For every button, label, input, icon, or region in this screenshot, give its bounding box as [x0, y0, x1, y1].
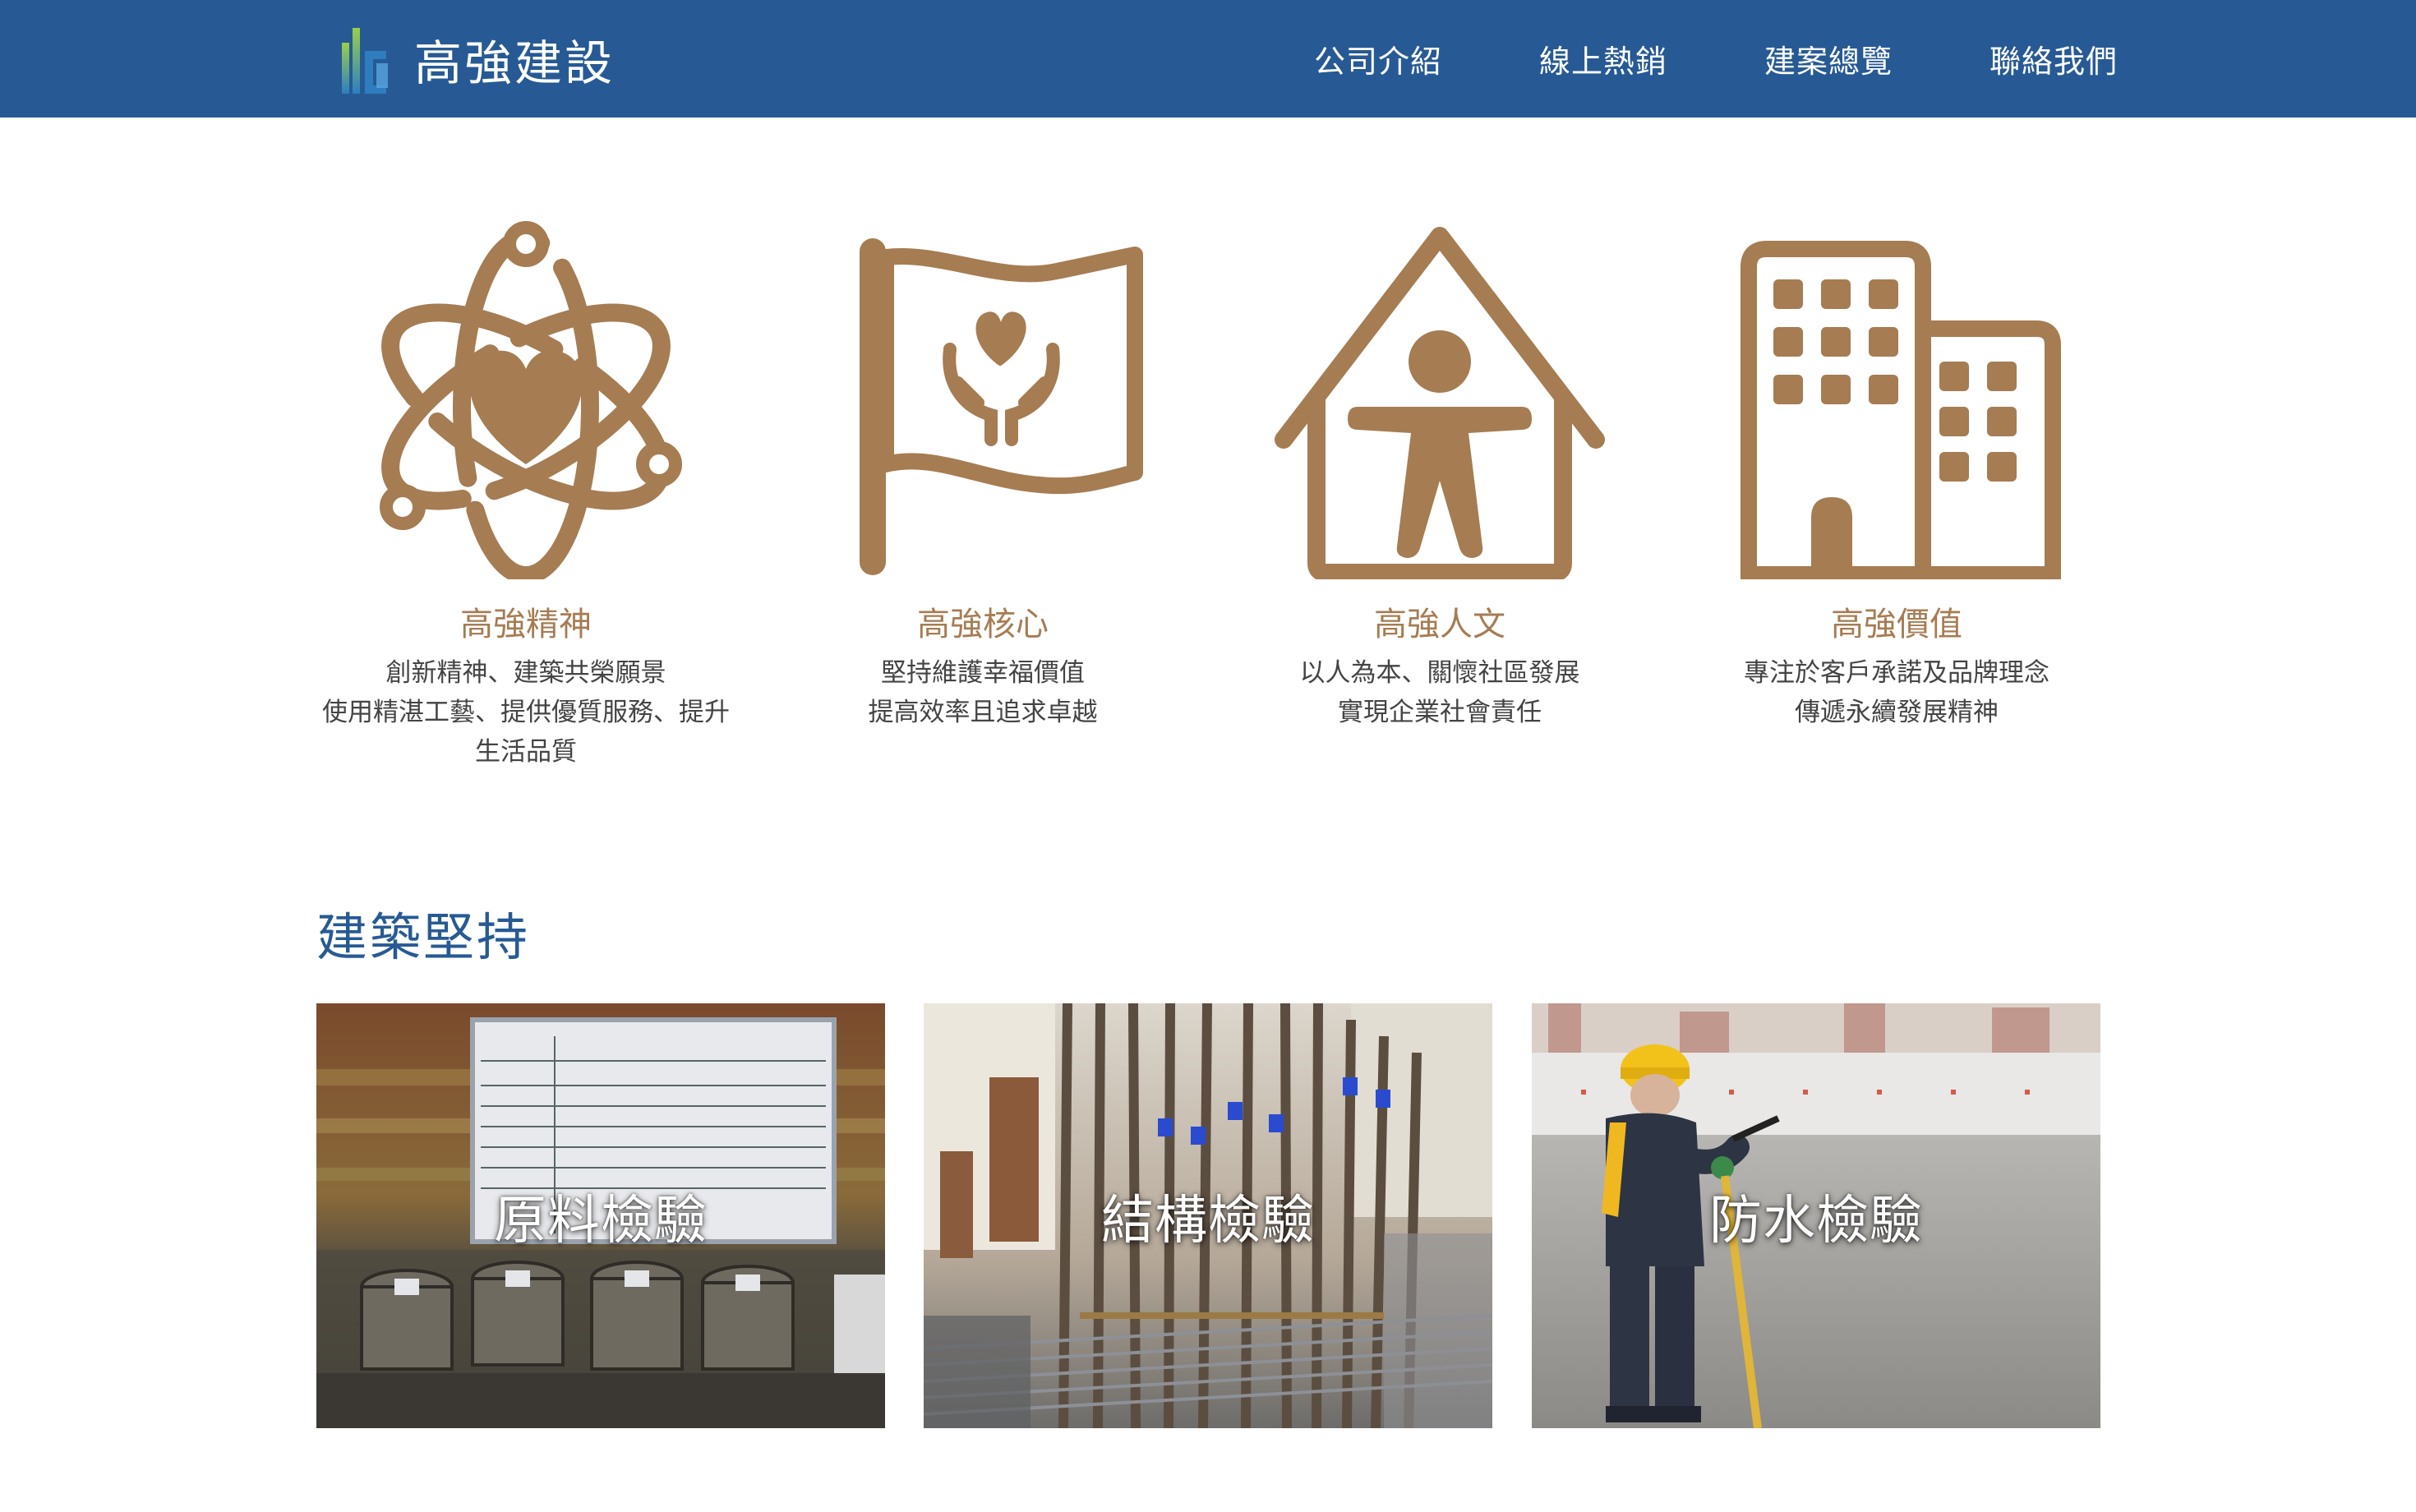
flag-care-icon [860, 238, 1143, 575]
brand-name: 高強建設 [414, 35, 616, 91]
feature-spirit: 高強精神 創新精神、建築共榮願景使用精湛工藝、提供優質服務、提升生活品質 [297, 218, 754, 772]
feature-desc-line: 提高效率且追求卓越 [868, 698, 1098, 727]
feature-desc-line: 以人為本、關懷社區發展 [1299, 658, 1580, 688]
feature-title: 高強價值 [1831, 606, 1962, 643]
feature-core: 高強核心 堅持維護幸福價值 提高效率且追求卓越 [754, 218, 1211, 732]
logo-mark-icon [342, 28, 388, 94]
brand-logo[interactable]: 高強建設 [330, 12, 615, 107]
buildings-icon [1741, 241, 2061, 579]
feature-desc: 堅持維護幸福價值 提高效率且追求卓越 [754, 653, 1211, 732]
feature-humanity: 高強人文 以人為本、關懷社區發展 實現企業社會責任 [1211, 218, 1668, 732]
nav-projects[interactable]: 建案總覽 [1716, 36, 1941, 81]
card-label: 防水檢驗 [1709, 1190, 1923, 1252]
house-person-icon [1275, 227, 1605, 579]
card-label: 原料檢驗 [494, 1190, 708, 1252]
site-header: 高強建設 公司介紹 線上熱銷 建案總覽 聯絡我們 [0, 0, 2416, 118]
feature-desc-line: 使用精湛工藝、提供優質服務、提升生活品質 [322, 698, 730, 767]
card-material-inspection[interactable]: 原料檢驗 [316, 1003, 885, 1428]
section-title: 建築堅持 [316, 907, 531, 967]
card-waterproof-inspection[interactable]: 防水檢驗 [1532, 1003, 2100, 1428]
feature-desc-line: 傳遞永續發展精神 [1795, 698, 1999, 727]
feature-title: 高強精神 [460, 606, 592, 643]
nav-contact[interactable]: 聯絡我們 [1941, 36, 2166, 81]
card-label: 結構檢驗 [1101, 1190, 1315, 1252]
main-nav: 公司介紹 線上熱銷 建案總覽 聯絡我們 [1266, 0, 2166, 118]
feature-desc-line: 創新精神、建築共榮願景 [385, 658, 666, 688]
card-structure-inspection[interactable]: 結構檢驗 [924, 1003, 1492, 1428]
feature-title: 高強人文 [1374, 606, 1505, 643]
feature-desc: 專注於客戶承諾及品牌理念 傳遞永續發展精神 [1668, 653, 2125, 732]
feature-desc-line: 實現企業社會責任 [1338, 698, 1542, 727]
feature-title: 高強核心 [917, 606, 1049, 643]
feature-value: 高強價值 專注於客戶承諾及品牌理念 傳遞永續發展精神 [1668, 218, 2125, 732]
atom-heart-icon [380, 221, 682, 579]
nav-hot-sales[interactable]: 線上熱銷 [1491, 36, 1716, 81]
feature-desc-line: 專注於客戶承諾及品牌理念 [1744, 658, 2049, 688]
feature-desc-line: 堅持維護幸福價值 [881, 658, 1085, 688]
feature-desc: 創新精神、建築共榮願景使用精湛工藝、提供優質服務、提升生活品質 [297, 653, 754, 772]
feature-desc: 以人為本、關懷社區發展 實現企業社會責任 [1211, 653, 1668, 732]
nav-about[interactable]: 公司介紹 [1266, 36, 1491, 81]
